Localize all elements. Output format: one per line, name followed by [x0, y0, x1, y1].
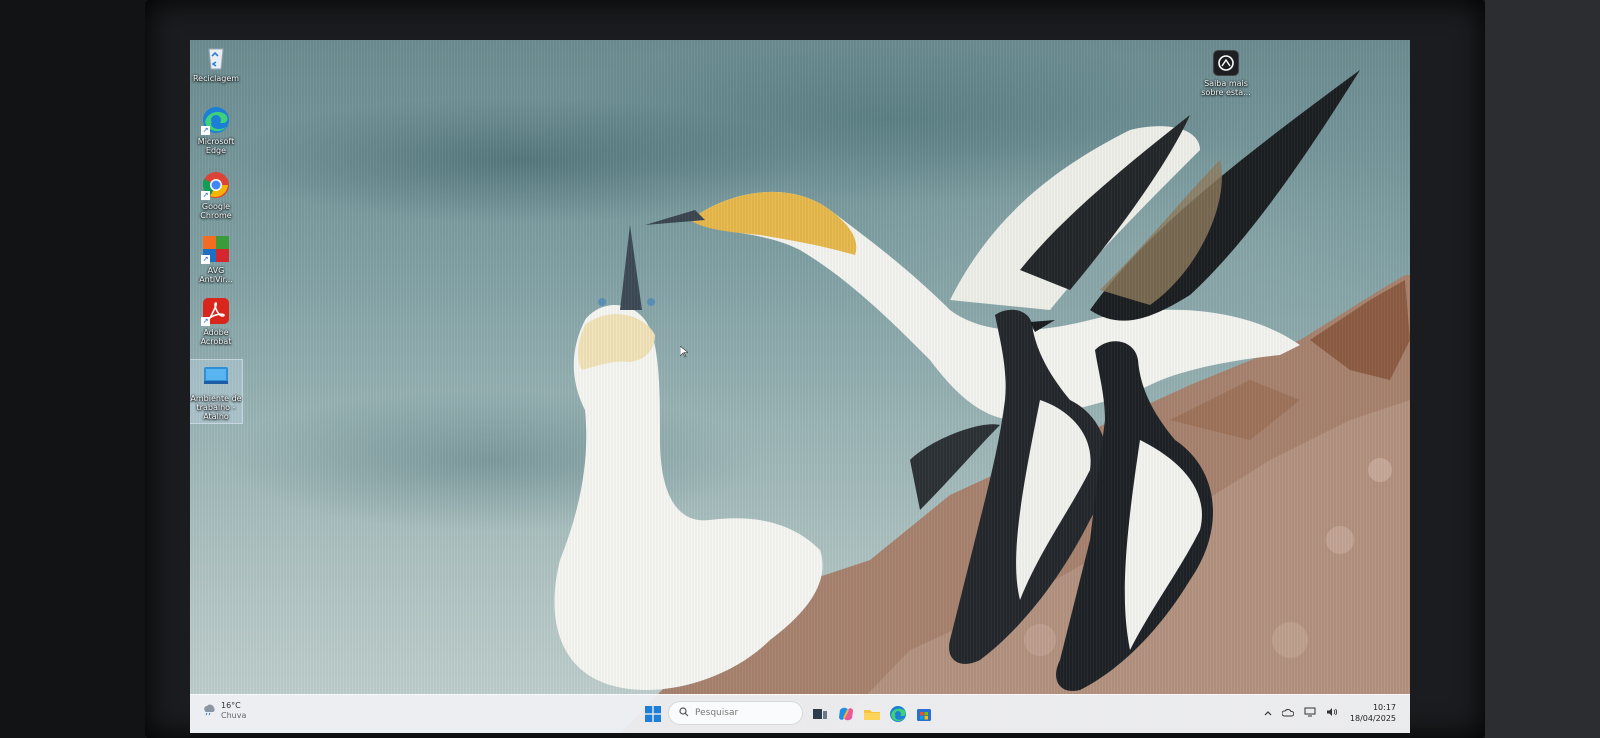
task-view-icon[interactable] — [810, 704, 830, 724]
taskbar-clock[interactable]: 10:17 18/04/2025 — [1350, 702, 1396, 724]
learn-more-about-picture[interactable]: Saiba mais sobre esta... — [1195, 50, 1257, 97]
windows-icon — [645, 706, 661, 722]
shortcut-arrow-icon: ↗ — [201, 255, 210, 264]
onedrive-icon[interactable] — [1281, 708, 1295, 720]
clock-time: 10:17 — [1372, 703, 1396, 712]
desktop-icon-label: Google Chrome — [200, 202, 232, 220]
network-icon[interactable] — [1304, 707, 1316, 720]
desktop-icon-recycle-bin[interactable]: Reciclagem — [190, 42, 242, 83]
weather-temperature: 16°C — [221, 701, 241, 710]
copilot-icon[interactable] — [836, 704, 856, 724]
mouse-cursor-icon — [680, 346, 688, 358]
desktop-icon-label: Adobe Acrobat — [200, 328, 232, 346]
recycle-bin-icon — [201, 42, 231, 72]
background-right — [1485, 0, 1600, 738]
desktop-icon-label: AVG AntiVir... — [199, 266, 233, 284]
desktop-screen: Reciclagem ↗ Microsoft Edge ↗ Google Chr… — [190, 40, 1410, 733]
wallpaper-image — [554, 70, 1410, 733]
background-left — [0, 0, 145, 738]
chevron-up-icon[interactable] — [1264, 709, 1272, 719]
taskbar-search[interactable]: Pesquisar — [668, 701, 803, 725]
store-icon[interactable] — [914, 704, 934, 724]
chrome-icon: ↗ — [201, 170, 231, 200]
cloud-rain-icon — [202, 704, 216, 719]
desktop-shortcut-icon — [201, 362, 231, 392]
desktop-icon-edge[interactable]: ↗ Microsoft Edge — [190, 105, 242, 155]
file-explorer-icon[interactable] — [862, 704, 882, 724]
shortcut-arrow-icon: ↗ — [201, 126, 210, 135]
learn-more-label: Saiba mais sobre esta... — [1201, 79, 1251, 97]
taskbar: 16°C Chuva Pesquisar 10:17 18/04/2025 — [190, 694, 1410, 733]
desktop-icon-label: Reciclagem — [192, 74, 240, 83]
camera-info-icon — [1213, 50, 1239, 76]
system-tray — [1264, 707, 1338, 720]
weather-widget[interactable]: 16°C Chuva — [202, 701, 246, 721]
volume-icon[interactable] — [1326, 707, 1338, 720]
clock-date: 18/04/2025 — [1349, 714, 1396, 723]
edge-icon: ↗ — [201, 105, 231, 135]
acrobat-icon: ↗ — [201, 296, 231, 326]
desktop-icon-avg[interactable]: ↗ AVG AntiVir... — [190, 234, 242, 284]
desktop-icon-chrome[interactable]: ↗ Google Chrome — [190, 170, 242, 220]
desktop-icon-label: Ambiente de trabalho - Atalho — [190, 394, 242, 421]
search-icon — [679, 706, 689, 720]
desktop-icon-desktop-shortcut[interactable]: Ambiente de trabalho - Atalho — [190, 359, 243, 424]
desktop-icon-acrobat[interactable]: ↗ Adobe Acrobat — [190, 296, 242, 346]
start-button[interactable] — [645, 706, 661, 722]
shortcut-arrow-icon: ↗ — [201, 191, 210, 200]
weather-condition: Chuva — [221, 711, 247, 720]
edge-icon[interactable] — [888, 704, 908, 724]
shortcut-arrow-icon: ↗ — [201, 317, 210, 326]
desktop-icon-label: Microsoft Edge — [197, 137, 235, 155]
avg-icon: ↗ — [201, 234, 231, 264]
search-placeholder: Pesquisar — [695, 708, 739, 718]
